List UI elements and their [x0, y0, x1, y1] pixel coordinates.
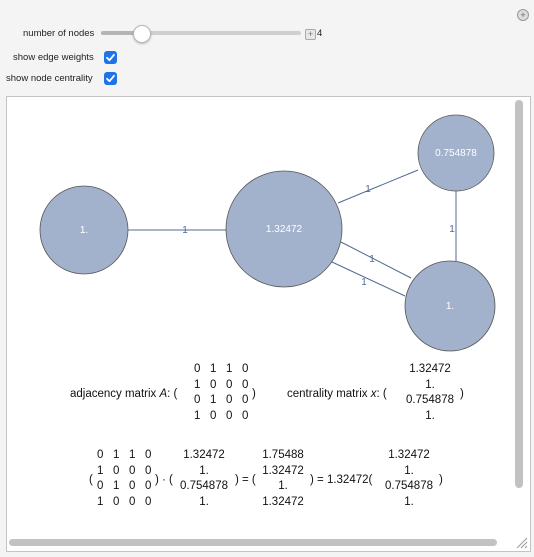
equation-vector-x-scaled: 1.32472 1. 0.754878 1.: [385, 449, 433, 508]
vertical-scrollbar[interactable]: [515, 100, 523, 488]
equation-paren: (: [89, 474, 93, 486]
horizontal-scrollbar[interactable]: [9, 539, 497, 546]
number-of-nodes-label: number of nodes: [23, 28, 95, 39]
show-node-centrality-label: show node centrality: [6, 73, 93, 84]
centrality-matrix-label: centrality matrix x: (: [287, 388, 387, 400]
equation-paren: ): [439, 474, 443, 486]
matrix-paren: ): [460, 388, 464, 400]
equation-equals: ) = (: [235, 474, 256, 486]
resize-handle-icon[interactable]: [514, 535, 528, 549]
checkmark-icon: [106, 74, 115, 83]
equation-vector-Ax: 1.75488 1.32472 1. 1.32472: [262, 449, 304, 508]
add-icon[interactable]: +: [517, 9, 529, 21]
equation-eigenvalue: ) = 1.32472(: [310, 474, 373, 486]
slider-increment-button[interactable]: +: [305, 29, 316, 40]
adjacency-matrix: 0 1 1 0 1 0 0 0 0 1 0 0 1 0 0 0: [194, 363, 249, 422]
equation-matrix-A: 0 1 1 0 1 0 0 0 0 1 0 0 1 0 0 0: [97, 449, 152, 508]
matrix-paren: ): [252, 388, 256, 400]
show-edge-weights-label: show edge weights: [13, 52, 94, 63]
equation-vector-x: 1.32472 1. 0.754878 1.: [180, 449, 228, 508]
show-node-centrality-checkbox[interactable]: [104, 72, 117, 85]
adjacency-matrix-label: adjacency matrix A: (: [70, 388, 178, 400]
number-of-nodes-value: 4: [317, 28, 323, 39]
centrality-vector: 1.32472 1. 0.754878 1.: [406, 363, 454, 422]
checkmark-icon: [106, 53, 115, 62]
equation-dot-operator: ) · (: [155, 474, 173, 486]
number-of-nodes-slider[interactable]: [101, 25, 301, 43]
slider-thumb[interactable]: [133, 25, 151, 43]
show-edge-weights-checkbox[interactable]: [104, 51, 117, 64]
